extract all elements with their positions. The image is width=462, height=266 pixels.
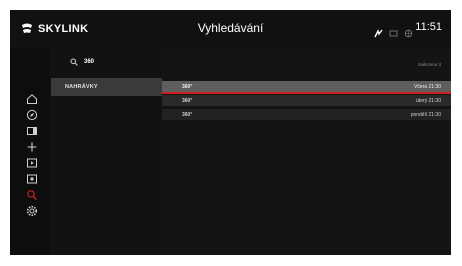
search-query: 360	[84, 59, 95, 65]
results-count: Nalezeno 3	[418, 62, 441, 67]
card-icon	[389, 25, 398, 36]
results-panel: Nalezeno 3 360° Včera 21:30 360° úterý 2…	[162, 48, 451, 255]
result-title: 360°	[182, 97, 193, 104]
record-icon[interactable]	[26, 173, 38, 185]
settings-icon[interactable]	[26, 205, 38, 217]
compass-icon[interactable]	[26, 109, 38, 121]
search-field[interactable]: 360	[70, 56, 94, 68]
top-bar: SKYLINK Vyhledávání 11:51	[10, 10, 451, 48]
status-icons	[374, 23, 413, 37]
search-panel: 360 NAHRÁVKY	[50, 48, 162, 255]
category-recordings[interactable]: NAHRÁVKY	[51, 78, 162, 96]
network-icon	[404, 25, 413, 37]
sidebar-nav	[10, 48, 50, 255]
tv-guide-icon[interactable]	[26, 125, 38, 137]
home-icon[interactable]	[26, 93, 38, 105]
play-icon[interactable]	[26, 157, 38, 169]
search-icon[interactable]	[26, 189, 38, 201]
result-row[interactable]: 360° úterý 21:30	[162, 95, 451, 106]
result-row[interactable]: 360° pondělí 21:30	[162, 109, 451, 120]
result-row[interactable]: 360° Včera 21:30	[162, 81, 451, 94]
signal-icon	[374, 25, 383, 37]
search-field-icon	[70, 53, 78, 71]
clock: 11:51	[415, 21, 442, 33]
result-time: úterý 21:30	[415, 97, 441, 104]
result-time: Včera 21:30	[414, 83, 441, 90]
result-title: 360°	[182, 111, 193, 118]
tv-screen: SKYLINK Vyhledávání 11:51 360 NAHRÁVKY N…	[10, 10, 451, 255]
plus-icon[interactable]	[26, 141, 38, 153]
result-title: 360°	[182, 83, 193, 90]
result-time: pondělí 21:30	[410, 111, 441, 118]
